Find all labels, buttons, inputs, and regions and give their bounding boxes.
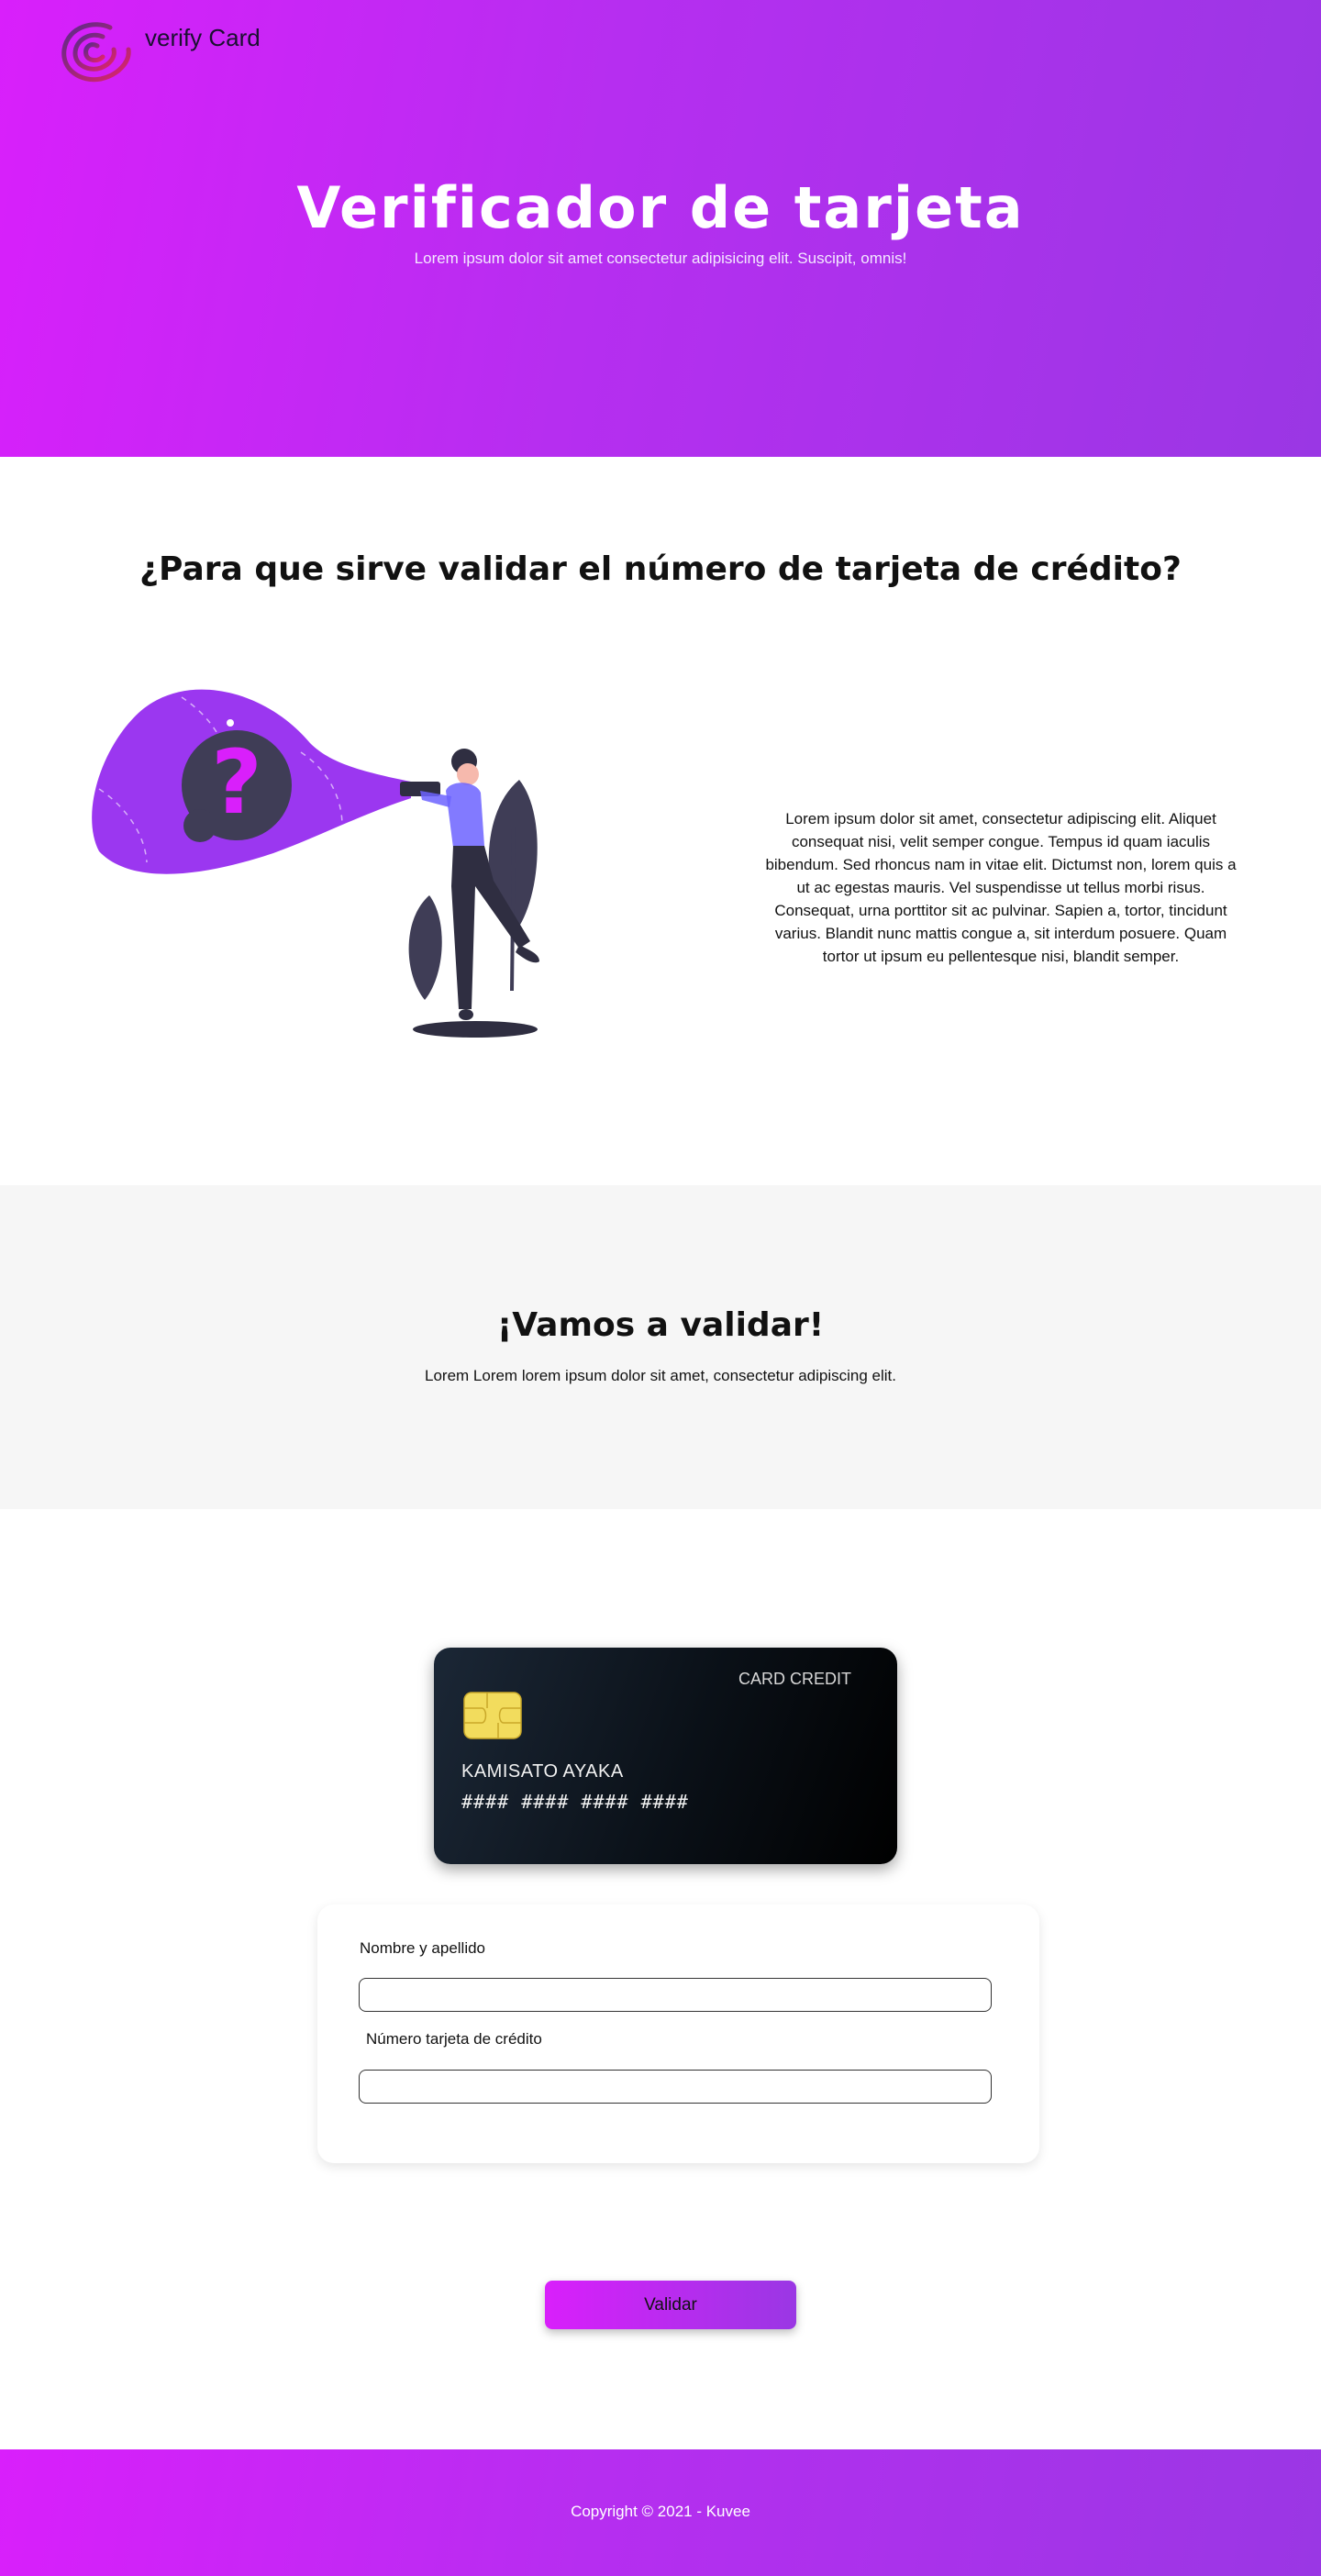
card-number-label: Número tarjeta de crédito: [366, 2030, 542, 2048]
card-type-label: CARD CREDIT: [738, 1670, 851, 1688]
card-holder-name: KAMISATO AYAKA: [461, 1761, 624, 1782]
spotlight-illustration: ?: [92, 689, 539, 1038]
credit-card-preview: CARD CREDIT KAMISATO AYAKA #### #### ###…: [434, 1648, 897, 1864]
page-title: Verificador de tarjeta: [296, 174, 1025, 241]
brand-name[interactable]: verify Card: [145, 24, 261, 52]
name-label: Nombre y apellido: [360, 1939, 486, 1957]
svg-text:?: ?: [211, 731, 262, 834]
info-paragraph: Lorem ipsum dolor sit amet, consectetur …: [765, 810, 1237, 965]
cta-title: ¡Vamos a validar!: [496, 1306, 825, 1344]
card-number-input[interactable]: [359, 2070, 992, 2104]
hero-header: verify Card Verificador de tarjeta Lorem…: [0, 0, 1321, 457]
info-title: ¿Para que sirve validar el número de tar…: [139, 550, 1182, 588]
cta-subtitle: Lorem Lorem lorem ipsum dolor sit amet, …: [425, 1367, 896, 1384]
footer: Copyright © 2021 - Kuvee: [0, 2449, 1321, 2576]
page-subtitle: Lorem ipsum dolor sit amet consectetur a…: [414, 250, 907, 267]
validation-form: Nombre y apellido Número tarjeta de créd…: [317, 1904, 1039, 2163]
name-input[interactable]: [359, 1978, 992, 2012]
logo-icon[interactable]: [59, 18, 139, 84]
cta-section: ¡Vamos a validar! Lorem Lorem lorem ipsu…: [0, 1185, 1321, 1509]
card-number: #### #### #### ####: [461, 1791, 689, 1813]
chip-icon: [463, 1692, 522, 1739]
footer-copyright: Copyright © 2021 - Kuvee: [571, 2503, 750, 2520]
validate-button[interactable]: Validar: [545, 2281, 796, 2329]
